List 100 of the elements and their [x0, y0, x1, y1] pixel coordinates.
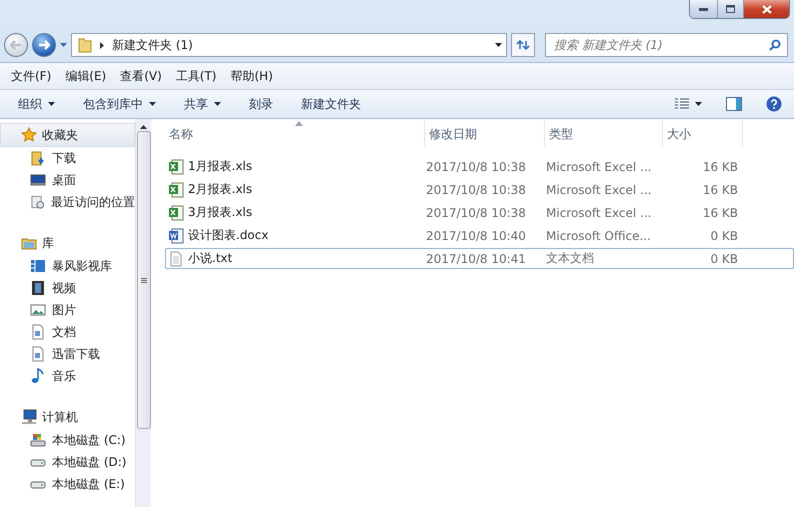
- menu-item[interactable]: 文件(F): [5, 68, 58, 84]
- document-icon: [30, 346, 46, 362]
- navigation-item[interactable]: 视频: [0, 277, 135, 299]
- chevron-icon: [100, 42, 104, 48]
- file-size: 16 KB: [702, 204, 739, 222]
- navigation-group[interactable]: 计算机: [0, 405, 135, 429]
- modified-date: 2017/10/8 10:41: [426, 250, 527, 268]
- column-header[interactable]: 修改日期: [425, 121, 545, 147]
- refresh-arrows-icon: [516, 39, 530, 51]
- file-name: 小说.txt: [188, 250, 232, 267]
- navigation-item[interactable]: 本地磁盘 (D:): [0, 451, 135, 473]
- navigation-item[interactable]: 下载: [0, 147, 135, 169]
- file-row[interactable]: 3月报表.xls 2017/10/8 10:38 Microsoft Excel ... 16 KB: [165, 202, 794, 223]
- menu-item[interactable]: 帮助(H): [224, 68, 279, 84]
- menu-item[interactable]: 编辑(E): [59, 68, 112, 84]
- desktop-icon: [30, 172, 46, 188]
- minimize-icon: [699, 8, 708, 10]
- refresh-button[interactable]: [511, 33, 535, 57]
- toolbar-button[interactable]: 共享: [176, 92, 229, 116]
- column-header[interactable]: 类型: [545, 121, 663, 147]
- minimize-button[interactable]: [690, 0, 717, 18]
- modified-date: 2017/10/8 10:38: [426, 182, 527, 198]
- back-button[interactable]: [4, 33, 28, 57]
- navigation-item[interactable]: 文档: [0, 321, 135, 343]
- modified-date: 2017/10/8 10:38: [426, 158, 527, 176]
- maximize-icon: [726, 5, 735, 13]
- file-type: Microsoft Excel ...: [546, 182, 652, 198]
- sort-arrow-icon: [294, 121, 302, 126]
- caret-icon: [495, 43, 502, 47]
- item-label: 本地磁盘 (E:): [52, 476, 125, 492]
- spreadsheet-icon: [168, 158, 184, 174]
- navigation-item[interactable]: 桌面: [0, 169, 135, 191]
- file-name: 2月报表.xls: [188, 181, 252, 198]
- item-label: 本地磁盘 (D:): [52, 454, 126, 470]
- item-label: 文档: [52, 324, 76, 340]
- details-view-icon: [675, 98, 689, 110]
- item-label: 最近访问的位置: [51, 194, 135, 210]
- search-box[interactable]: 搜索 新建文件夹 (1): [545, 33, 788, 57]
- column-header[interactable]: 名称: [165, 121, 425, 147]
- close-button[interactable]: [743, 0, 789, 18]
- menu-item[interactable]: 工具(T): [170, 68, 222, 84]
- navigation-group[interactable]: 收藏夹: [0, 123, 135, 147]
- item-label: 音乐: [52, 368, 76, 384]
- navigation-item[interactable]: 本地磁盘 (E:): [0, 473, 135, 495]
- breadcrumb[interactable]: 新建文件夹 (1): [112, 36, 483, 54]
- file-name: 设计图表.docx: [188, 227, 268, 244]
- toolbar-button[interactable]: 包含到库中: [75, 92, 164, 116]
- group-label: 计算机: [42, 408, 78, 426]
- item-label: 视频: [52, 280, 76, 296]
- navigation-item[interactable]: 迅雷下载: [0, 343, 135, 365]
- file-row[interactable]: 设计图表.docx 2017/10/8 10:40 Microsoft Office... 0 KB: [165, 225, 794, 246]
- column-header[interactable]: 大小: [663, 121, 743, 147]
- file-type: 文本文档: [546, 250, 595, 267]
- caret-icon: [48, 102, 55, 106]
- star-icon: [21, 127, 37, 143]
- file-size: 0 KB: [709, 250, 739, 268]
- file-name: 3月报表.xls: [188, 204, 252, 221]
- back-arrow-icon: [10, 40, 22, 50]
- recent-places-icon: [30, 194, 45, 210]
- modified-date: 2017/10/8 10:38: [426, 204, 527, 222]
- forward-button[interactable]: [32, 33, 56, 57]
- item-label: 桌面: [52, 172, 76, 188]
- file-row[interactable]: 小说.txt 2017/10/8 10:41 文本文档 0 KB: [165, 248, 794, 269]
- scrollbar[interactable]: [135, 119, 151, 507]
- navigation-item[interactable]: 音乐: [0, 365, 135, 387]
- toolbar-button[interactable]: 新建文件夹: [293, 92, 369, 116]
- grip-icon: [140, 278, 146, 282]
- spreadsheet-icon: [168, 182, 184, 198]
- item-label: 本地磁盘 (C:): [52, 432, 126, 448]
- caret-icon: [149, 102, 156, 106]
- file-name: 1月报表.xls: [188, 158, 252, 175]
- film-icon: [30, 280, 46, 296]
- file-size: 0 KB: [709, 228, 739, 244]
- navigation-item[interactable]: 图片: [0, 299, 135, 321]
- history-dropdown-button[interactable]: [60, 43, 67, 47]
- menu-item[interactable]: 查看(V): [114, 68, 168, 84]
- modified-date: 2017/10/8 10:40: [426, 228, 527, 244]
- search-field[interactable]: 搜索 新建文件夹 (1): [552, 37, 769, 53]
- navigation-item[interactable]: 暴风影视库: [0, 255, 135, 277]
- toolbar-button[interactable]: 刻录: [241, 92, 281, 116]
- search-icon: [769, 39, 781, 51]
- text-file-icon: [168, 250, 184, 266]
- help-icon: [766, 96, 782, 112]
- scrollbar-thumb[interactable]: [136, 131, 150, 429]
- item-label: 暴风影视库: [52, 258, 112, 274]
- file-size: 16 KB: [702, 182, 739, 198]
- spreadsheet-icon: [168, 204, 184, 220]
- group-label: 库: [42, 234, 54, 252]
- caret-icon: [214, 102, 221, 106]
- file-row[interactable]: 1月报表.xls 2017/10/8 10:38 Microsoft Excel ... 16 KB: [165, 156, 794, 177]
- navigation-item[interactable]: 本地磁盘 (C:): [0, 429, 135, 451]
- address-bar[interactable]: 新建文件夹 (1): [71, 33, 507, 57]
- file-type: Microsoft Office...: [546, 228, 652, 244]
- video-library-icon: [30, 258, 46, 274]
- file-row[interactable]: 2月报表.xls 2017/10/8 10:38 Microsoft Excel ... 16 KB: [165, 179, 794, 200]
- computer-icon: [21, 409, 37, 425]
- navigation-group[interactable]: 库: [0, 231, 135, 255]
- navigation-item[interactable]: 最近访问的位置: [0, 191, 135, 213]
- maximize-button[interactable]: [717, 0, 743, 18]
- toolbar-button[interactable]: 组织: [10, 92, 63, 116]
